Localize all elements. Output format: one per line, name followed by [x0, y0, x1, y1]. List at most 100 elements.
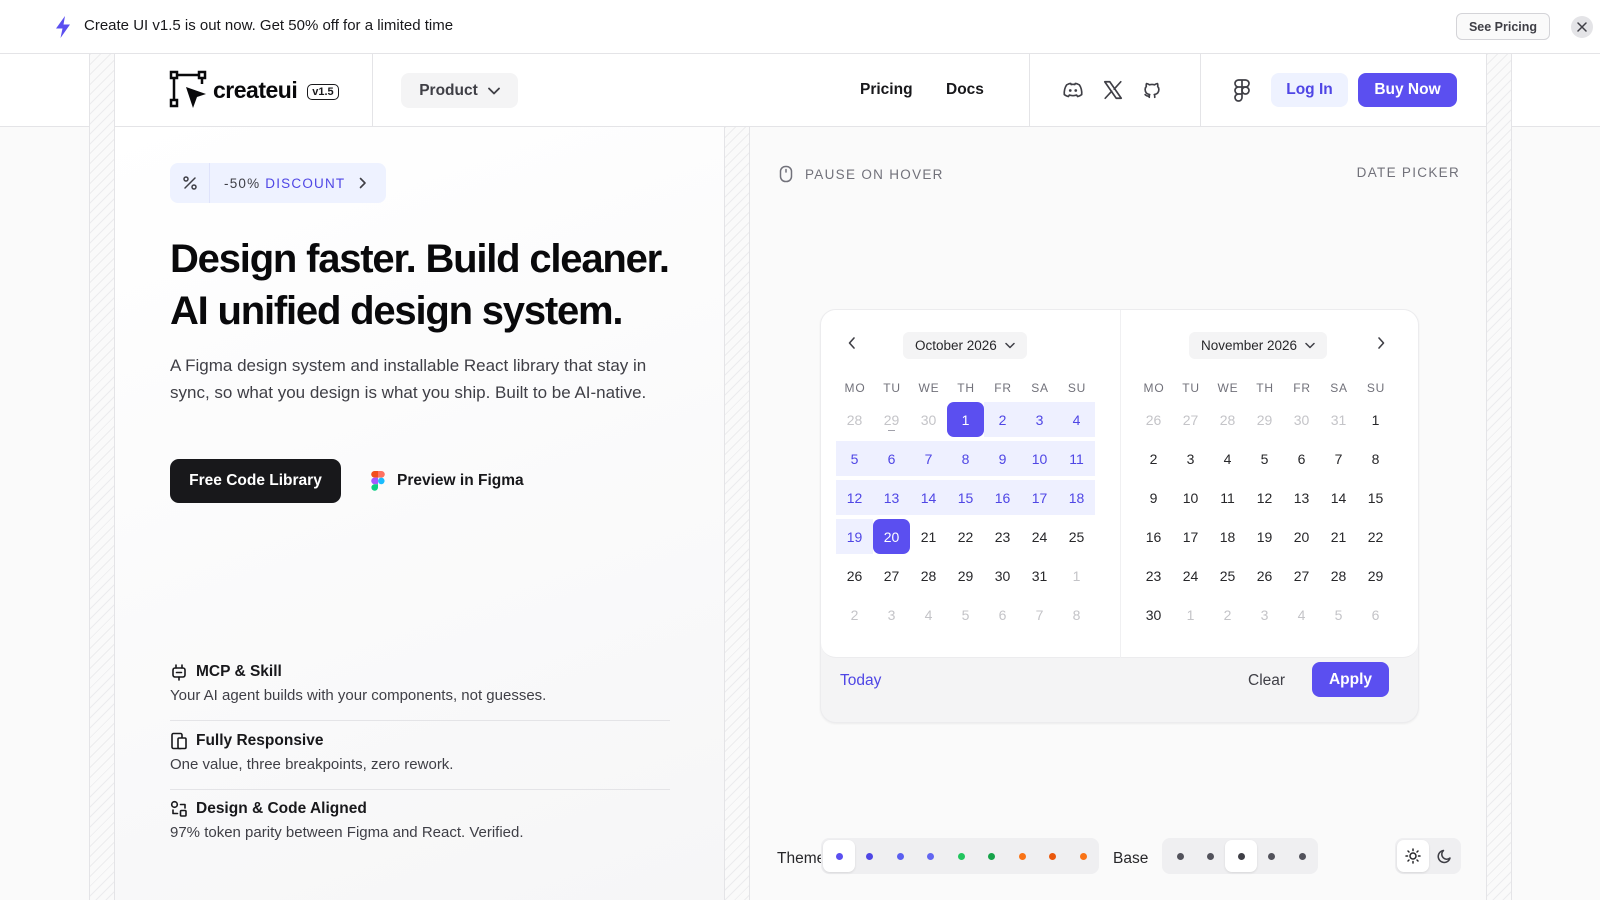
- calendar-day[interactable]: 7: [1021, 597, 1058, 632]
- calendar-day[interactable]: 4: [910, 597, 947, 632]
- discount-badge[interactable]: -50% DISCOUNT: [170, 163, 386, 203]
- apply-button[interactable]: Apply: [1312, 662, 1389, 697]
- calendar-day[interactable]: 23: [984, 519, 1021, 554]
- calendar-day[interactable]: 13: [873, 480, 910, 515]
- calendar-day[interactable]: 25: [1058, 519, 1095, 554]
- calendar-day[interactable]: 8: [1058, 597, 1095, 632]
- theme-swatch[interactable]: [1037, 840, 1069, 872]
- calendar-day[interactable]: 8: [947, 441, 984, 476]
- calendar-day[interactable]: 4: [1058, 402, 1095, 437]
- discord-icon[interactable]: [1062, 79, 1084, 101]
- nav-link-pricing[interactable]: Pricing: [860, 81, 913, 99]
- calendar-day[interactable]: 30: [984, 558, 1021, 593]
- base-swatch[interactable]: [1164, 840, 1196, 872]
- calendar-day[interactable]: 10: [1021, 441, 1058, 476]
- calendar-day[interactable]: 17: [1172, 519, 1209, 554]
- calendar-day[interactable]: 28: [836, 402, 873, 437]
- theme-swatch[interactable]: [976, 840, 1008, 872]
- theme-swatch[interactable]: [823, 840, 855, 872]
- theme-swatch[interactable]: [884, 840, 916, 872]
- preview-in-figma-button[interactable]: Preview in Figma: [371, 459, 524, 503]
- calendar-day[interactable]: 31: [1320, 402, 1357, 437]
- today-button[interactable]: Today: [840, 672, 881, 690]
- calendar-day[interactable]: 1: [1058, 558, 1095, 593]
- calendar-day[interactable]: 3: [873, 597, 910, 632]
- calendar-day[interactable]: 23: [1135, 558, 1172, 593]
- calendar-day[interactable]: 2: [1135, 441, 1172, 476]
- nav-link-docs[interactable]: Docs: [946, 81, 984, 99]
- calendar-day[interactable]: 25: [1209, 558, 1246, 593]
- calendar-day[interactable]: 18: [1209, 519, 1246, 554]
- calendar-day[interactable]: 26: [1246, 558, 1283, 593]
- base-swatch[interactable]: [1286, 840, 1318, 872]
- calendar-day[interactable]: 28: [910, 558, 947, 593]
- chevron-left-icon[interactable]: [847, 336, 857, 350]
- close-icon[interactable]: [1571, 16, 1593, 38]
- calendar-day[interactable]: 3: [1021, 402, 1058, 437]
- calendar-day[interactable]: 16: [984, 480, 1021, 515]
- calendar-day[interactable]: 5: [947, 597, 984, 632]
- calendar-day[interactable]: 24: [1172, 558, 1209, 593]
- calendar-day[interactable]: 30: [910, 402, 947, 437]
- calendar-day[interactable]: 27: [1283, 558, 1320, 593]
- calendar-day[interactable]: 9: [984, 441, 1021, 476]
- calendar-day[interactable]: 2: [984, 402, 1021, 437]
- calendar-day[interactable]: 24: [1021, 519, 1058, 554]
- calendar-day[interactable]: 29: [947, 558, 984, 593]
- calendar-day[interactable]: 19: [1246, 519, 1283, 554]
- calendar-day[interactable]: 5: [1320, 597, 1357, 632]
- theme-swatch[interactable]: [915, 840, 947, 872]
- calendar-day[interactable]: 12: [836, 480, 873, 515]
- calendar-day[interactable]: 6: [1357, 597, 1394, 632]
- calendar-day[interactable]: 7: [910, 441, 947, 476]
- theme-swatch[interactable]: [945, 840, 977, 872]
- calendar-day[interactable]: 14: [1320, 480, 1357, 515]
- calendar-day[interactable]: 31: [1021, 558, 1058, 593]
- calendar-day[interactable]: 1: [947, 402, 984, 437]
- calendar-day[interactable]: 20: [1283, 519, 1320, 554]
- calendar-day[interactable]: 18: [1058, 480, 1095, 515]
- see-pricing-button[interactable]: See Pricing: [1456, 13, 1550, 40]
- calendar-day[interactable]: 14: [910, 480, 947, 515]
- calendar-day[interactable]: 20: [873, 519, 910, 554]
- calendar-day[interactable]: 12: [1246, 480, 1283, 515]
- logo[interactable]: createui v1.5: [169, 70, 339, 110]
- calendar-day[interactable]: 5: [1246, 441, 1283, 476]
- calendar-day[interactable]: 2: [836, 597, 873, 632]
- calendar-day[interactable]: 5: [836, 441, 873, 476]
- month-select-november[interactable]: November 2026: [1189, 332, 1328, 359]
- chevron-right-icon[interactable]: [1376, 336, 1386, 350]
- theme-swatch[interactable]: [854, 840, 886, 872]
- theme-swatch[interactable]: [1067, 840, 1099, 872]
- calendar-day[interactable]: 21: [1320, 519, 1357, 554]
- calendar-day[interactable]: 19: [836, 519, 873, 554]
- calendar-day[interactable]: 3: [1246, 597, 1283, 632]
- calendar-day[interactable]: 26: [836, 558, 873, 593]
- x-icon[interactable]: [1102, 79, 1124, 101]
- calendar-day[interactable]: 4: [1283, 597, 1320, 632]
- sun-icon[interactable]: [1397, 840, 1429, 872]
- calendar-day[interactable]: 11: [1209, 480, 1246, 515]
- calendar-day[interactable]: 28: [1320, 558, 1357, 593]
- calendar-day[interactable]: 7: [1320, 441, 1357, 476]
- calendar-day[interactable]: 15: [947, 480, 984, 515]
- calendar-day[interactable]: 29: [1357, 558, 1394, 593]
- log-in-button[interactable]: Log In: [1271, 73, 1348, 107]
- calendar-day[interactable]: 27: [873, 558, 910, 593]
- calendar-day[interactable]: 15: [1357, 480, 1394, 515]
- github-icon[interactable]: [1141, 79, 1163, 101]
- calendar-day[interactable]: 1: [1357, 402, 1394, 437]
- calendar-day[interactable]: 21: [910, 519, 947, 554]
- base-swatch[interactable]: [1195, 840, 1227, 872]
- calendar-day[interactable]: 30: [1283, 402, 1320, 437]
- pause-on-hover-toggle[interactable]: PAUSE ON HOVER: [779, 165, 944, 183]
- calendar-day[interactable]: 17: [1021, 480, 1058, 515]
- calendar-day[interactable]: 6: [1283, 441, 1320, 476]
- calendar-day[interactable]: 11: [1058, 441, 1095, 476]
- calendar-day[interactable]: 6: [873, 441, 910, 476]
- calendar-day[interactable]: 9: [1135, 480, 1172, 515]
- calendar-day[interactable]: 10: [1172, 480, 1209, 515]
- free-code-library-button[interactable]: Free Code Library: [170, 459, 341, 503]
- calendar-day[interactable]: 16: [1135, 519, 1172, 554]
- calendar-day[interactable]: 3: [1172, 441, 1209, 476]
